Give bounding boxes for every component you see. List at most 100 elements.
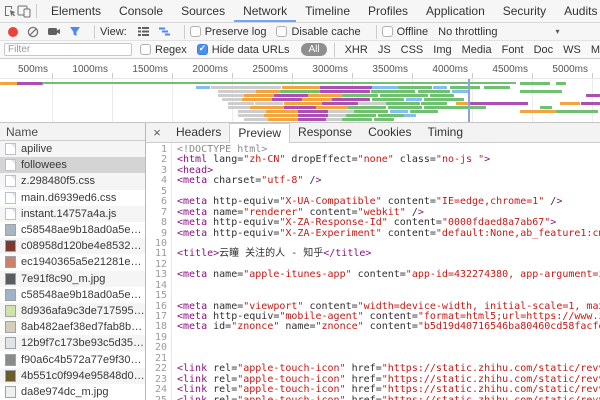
request-name: c08958d120be4e853230649...: [21, 240, 145, 252]
waterfall-bar: [222, 98, 242, 101]
image-thumbnail-icon: [5, 321, 16, 333]
filter-type-js[interactable]: JS: [373, 44, 396, 56]
code-line: [177, 343, 600, 353]
tab-console[interactable]: Console: [110, 0, 172, 22]
request-row[interactable]: 12b9f7c173be93c5d35fea2d...: [0, 335, 145, 351]
request-row[interactable]: apilive: [0, 141, 145, 157]
source-code[interactable]: <!DOCTYPE html><html lang="zh-CN" dropEf…: [172, 143, 600, 400]
waterfall-view-icon[interactable]: [158, 26, 171, 37]
tab-network[interactable]: Network: [234, 0, 296, 22]
waterfall-bar: [17, 82, 43, 85]
timeline-tick-label: 5000ms: [534, 64, 588, 75]
waterfall-bar: [540, 106, 552, 109]
name-column-header[interactable]: Name: [0, 123, 145, 141]
filter-type-all[interactable]: All: [301, 43, 326, 56]
request-row[interactable]: 8d936afa9c3de7175958fae5...: [0, 303, 145, 319]
tab-audits[interactable]: Audits: [555, 0, 600, 22]
tick-mark: [172, 73, 173, 78]
waterfall-bar: [316, 106, 348, 109]
waterfall-bar: [322, 102, 358, 105]
detail-tab-cookies[interactable]: Cookies: [360, 123, 419, 142]
filter-type-manifest[interactable]: Manifest: [586, 44, 600, 56]
request-row[interactable]: z.298480f5.css: [0, 173, 145, 189]
disable-cache-checkbox[interactable]: [276, 26, 287, 37]
hide-data-urls-checkbox[interactable]: [197, 44, 208, 55]
waterfall-bar: [378, 114, 404, 117]
waterfall-bar: [346, 114, 376, 117]
waterfall-bar: [298, 118, 326, 121]
filter-type-xhr[interactable]: XHR: [340, 44, 373, 56]
clear-icon[interactable]: [27, 26, 39, 38]
tab-elements[interactable]: Elements: [42, 0, 110, 22]
tick-mark: [52, 73, 53, 78]
filter-type-img[interactable]: Img: [428, 44, 456, 56]
offline-label: Offline: [397, 26, 429, 38]
request-row[interactable]: followees: [0, 157, 145, 173]
image-thumbnail-icon: [5, 370, 16, 382]
list-view-icon[interactable]: [137, 26, 150, 37]
tab-application[interactable]: Application: [417, 0, 494, 22]
filter-type-ws[interactable]: WS: [558, 44, 586, 56]
devtools-window: ElementsConsoleSourcesNetworkTimelinePro…: [0, 0, 600, 400]
request-row[interactable]: 4b551c0f994e95848d0dda09...: [0, 368, 145, 384]
regex-checkbox[interactable]: [140, 44, 151, 55]
inspect-icon[interactable]: [4, 0, 17, 22]
tick-mark: [292, 73, 293, 78]
regex-label: Regex: [155, 44, 187, 56]
waterfall-bar: [386, 102, 420, 105]
line-number: 24: [146, 385, 167, 395]
detail-tab-preview[interactable]: Preview: [229, 123, 290, 143]
timeline-tick-label: 1000ms: [54, 64, 108, 75]
filter-input[interactable]: [4, 43, 132, 56]
filter-type-font[interactable]: Font: [497, 44, 529, 56]
tab-sources[interactable]: Sources: [172, 0, 234, 22]
tab-profiles[interactable]: Profiles: [359, 0, 417, 22]
waterfall-bar: [255, 102, 283, 105]
waterfall-bar: [298, 110, 328, 113]
waterfall-bar: [452, 90, 468, 93]
request-row[interactable]: f90a6c4b572a77e9f30de153...: [0, 351, 145, 367]
request-name: da8e974dc_m.jpg: [21, 386, 108, 398]
preserve-log-checkbox[interactable]: [190, 26, 201, 37]
detail-tab-response[interactable]: Response: [290, 123, 360, 142]
request-row[interactable]: da8e974dc_m.jpg: [0, 384, 145, 400]
waterfall-bar: [320, 86, 372, 89]
devtools-tab-bar: ElementsConsoleSourcesNetworkTimelinePro…: [0, 0, 600, 23]
waterfall-overview[interactable]: [0, 79, 600, 123]
device-toolbar-icon[interactable]: [17, 0, 31, 22]
code-line: [177, 333, 600, 343]
request-row[interactable]: c08958d120be4e853230649...: [0, 238, 145, 254]
filter-type-media[interactable]: Media: [457, 44, 497, 56]
request-row[interactable]: main.d6939ed6.css: [0, 190, 145, 206]
request-row[interactable]: 8ab482aef38ed7fab8bd4314...: [0, 319, 145, 335]
request-name: 7e91f8c90_m.jpg: [21, 273, 105, 285]
grid-line: [592, 79, 593, 122]
tick-mark: [112, 73, 113, 78]
request-row[interactable]: ec1940365a5e21281ee71856...: [0, 254, 145, 270]
tab-timeline[interactable]: Timeline: [296, 0, 359, 22]
waterfall-bar: [242, 98, 272, 101]
request-row[interactable]: 7e91f8c90_m.jpg: [0, 271, 145, 287]
request-row[interactable]: c58548ae9b18ad0a5e79fe4e...: [0, 222, 145, 238]
throttling-select[interactable]: No throttling: [438, 26, 497, 38]
tab-security[interactable]: Security: [494, 0, 555, 22]
request-row[interactable]: c58548ae9b18ad0a5e79fe4e...: [0, 287, 145, 303]
record-button[interactable]: [8, 27, 18, 37]
screenshot-icon[interactable]: [47, 26, 61, 37]
chevron-down-icon[interactable]: ▾: [555, 27, 559, 36]
waterfall-bar: [0, 82, 18, 85]
detail-tab-timing[interactable]: Timing: [419, 123, 471, 142]
filter-icon[interactable]: [69, 26, 81, 37]
document-icon: [5, 192, 16, 204]
network-toolbar: View: Preserve log Disable cache Offline…: [0, 23, 600, 41]
offline-checkbox[interactable]: [382, 26, 393, 37]
tick-mark: [532, 73, 533, 78]
filter-type-doc[interactable]: Doc: [529, 44, 559, 56]
request-row[interactable]: instant.14757a4a.js: [0, 206, 145, 222]
detail-tab-headers[interactable]: Headers: [168, 123, 229, 142]
waterfall-bar: [586, 94, 600, 97]
close-icon[interactable]: ×: [146, 125, 168, 140]
image-thumbnail-icon: [5, 337, 16, 349]
waterfall-bar: [244, 118, 268, 121]
filter-type-css[interactable]: CSS: [396, 44, 429, 56]
